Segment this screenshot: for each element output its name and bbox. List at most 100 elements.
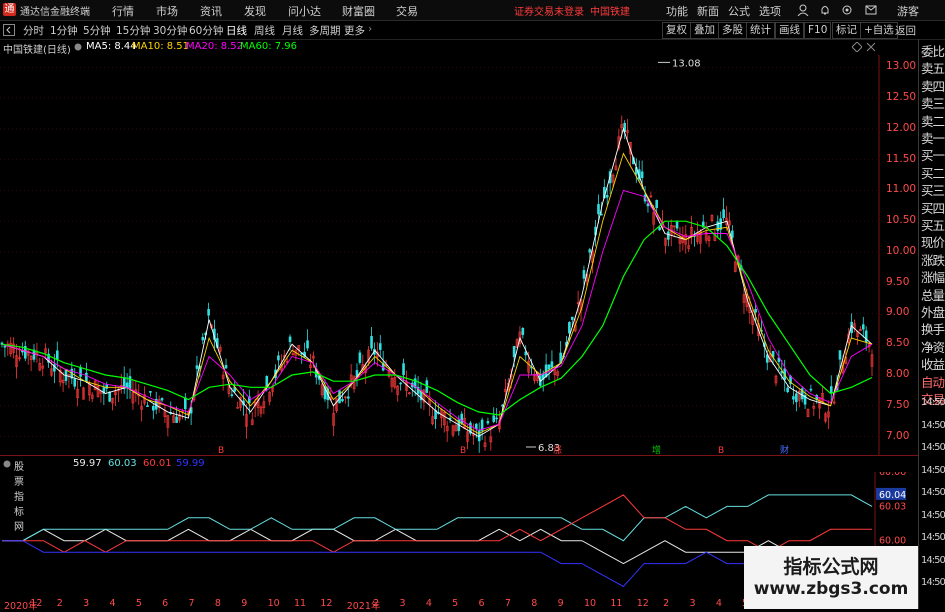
menu-item-ask[interactable]: 问小达 [288, 3, 321, 19]
multi-stock-button[interactable]: 多股 [718, 22, 747, 39]
overlay-button[interactable]: 叠加 [690, 22, 719, 39]
side-item[interactable]: 卖四 [921, 76, 945, 95]
candle-body [306, 340, 309, 349]
price-axis: 13.00 12.50 12.00 11.50 11.00 10.50 10.00 9.50 9… [880, 55, 918, 455]
tab-period-3[interactable]: 5分钟 [83, 23, 111, 38]
side-item[interactable]: 委比 [921, 41, 945, 60]
side-item[interactable]: 涨跌 [921, 250, 945, 269]
menu-new-layout[interactable]: 新面 [697, 3, 719, 19]
tab-period-2[interactable]: 1分钟 [50, 23, 78, 38]
menu-item-wealth[interactable]: 财富圈 [342, 3, 375, 19]
side-item[interactable]: 买二 [921, 163, 945, 182]
close-icon[interactable] [866, 42, 876, 52]
side-item[interactable]: 收益 [921, 354, 945, 373]
tab-more[interactable]: 更多 [344, 23, 365, 38]
side-item[interactable]: 总量 [921, 285, 945, 304]
side-item[interactable]: 现价 [921, 232, 945, 251]
menu-item-quotes[interactable]: 行情 [112, 3, 134, 19]
side-item[interactable]: 买四 [921, 198, 945, 217]
side-item[interactable]: 14:50 [921, 397, 945, 408]
candle-body [341, 399, 344, 402]
back-button[interactable]: 返回 [895, 23, 916, 38]
candle-body [224, 364, 228, 369]
event-marker[interactable]: 涨 [553, 445, 562, 455]
app-logo-icon: 通 [3, 3, 16, 16]
candle-body [201, 336, 205, 341]
candle-body [731, 230, 734, 238]
side-item[interactable]: 外盘 [921, 302, 945, 321]
price-tick: 7.00 [886, 429, 910, 442]
side-item[interactable]: 买一 [921, 145, 945, 164]
side-item[interactable]: 14:50 [921, 442, 945, 453]
side-item[interactable]: 卖一 [921, 128, 945, 147]
candle-body [512, 346, 516, 358]
user-icon[interactable] [797, 4, 809, 16]
date-tick: 11 [610, 598, 623, 609]
tab-period-1[interactable]: 分时 [23, 23, 44, 38]
side-item[interactable]: 14:50 [921, 532, 945, 543]
settings-icon[interactable] [841, 4, 853, 16]
date-tick: 4 [715, 598, 722, 609]
side-item[interactable]: 买三 [921, 180, 945, 199]
mail-icon[interactable] [865, 4, 877, 16]
period-toolbar: 分时 1分钟 5分钟 15分钟 30分钟 60分钟 日线 周线 月线 多周期 更… [0, 21, 945, 40]
menu-function[interactable]: 功能 [666, 3, 688, 19]
side-item[interactable]: 换手 [921, 319, 945, 338]
adjust-button[interactable]: 复权 [662, 22, 691, 39]
diamond-icon[interactable] [852, 42, 862, 52]
event-marker[interactable]: B [718, 446, 724, 455]
menu-formula[interactable]: 公式 [728, 3, 750, 19]
menu-item-news[interactable]: 资讯 [200, 3, 222, 19]
more-chevron-icon[interactable]: › [368, 23, 372, 35]
draw-line-button[interactable]: 画线 [775, 22, 804, 39]
menu-item-discover[interactable]: 发现 [244, 3, 266, 19]
tab-multi-period[interactable]: 多周期 [309, 23, 341, 38]
side-item[interactable]: 买五 [921, 215, 945, 234]
side-item[interactable]: 卖三 [921, 93, 945, 112]
f10-button[interactable]: F10 [804, 22, 832, 39]
stats-button[interactable]: 统计 [746, 22, 775, 39]
tab-period-daily[interactable]: 日线 [226, 23, 247, 38]
date-tick: 3 [83, 598, 90, 609]
tab-period-weekly[interactable]: 周线 [254, 23, 275, 38]
side-item[interactable]: 卖二 [921, 111, 945, 130]
menu-options[interactable]: 选项 [759, 3, 781, 19]
event-marker[interactable]: 财 [780, 444, 789, 455]
side-item[interactable]: 14:50 [921, 577, 945, 588]
side-item[interactable]: 14:50 [921, 510, 945, 521]
tab-period-6[interactable]: 60分钟 [189, 23, 223, 38]
tab-period-4[interactable]: 15分钟 [116, 23, 150, 38]
kline-chart[interactable]: 13.086.83B B 涨增 B 财 [0, 55, 880, 455]
guest-label[interactable]: 游客 [897, 3, 919, 19]
tab-period-monthly[interactable]: 月线 [282, 23, 303, 38]
indicator-tick: 60.04 [879, 490, 906, 501]
side-item[interactable]: 14:50 [921, 465, 945, 476]
settings-dot-icon[interactable] [74, 43, 82, 51]
tab-period-5[interactable]: 30分钟 [153, 23, 187, 38]
side-item[interactable]: 涨幅 [921, 267, 945, 286]
menu-item-market[interactable]: 市场 [156, 3, 178, 19]
bell-icon[interactable] [819, 4, 831, 16]
menu-item-trade[interactable]: 交易 [396, 3, 418, 19]
add-watchlist-button[interactable]: +自选 [860, 22, 898, 39]
candle-body [160, 398, 164, 401]
side-item[interactable]: 卖五 [921, 58, 945, 77]
side-item[interactable]: 净资 [921, 337, 945, 356]
event-marker[interactable]: B [460, 446, 466, 455]
watermark-url: www.zbgs3.com [753, 579, 909, 599]
side-item[interactable]: 自动 [921, 372, 945, 391]
event-marker[interactable]: B [218, 446, 224, 455]
login-status[interactable]: 证券交易未登录 [514, 3, 584, 18]
date-tick: 3 [689, 598, 696, 609]
back-icon[interactable] [3, 24, 15, 36]
chart-stock-name: 中国铁建(日线) [3, 45, 71, 56]
indicator-settings-icon[interactable] [3, 460, 11, 468]
side-item[interactable]: 14:50 [921, 420, 945, 431]
candle-body [55, 350, 59, 360]
candle-body [568, 322, 571, 334]
candle-body [460, 413, 464, 424]
event-marker[interactable]: 增 [652, 444, 661, 455]
side-item[interactable]: 14:50 [921, 555, 945, 566]
side-item[interactable]: 14:50 [921, 487, 945, 498]
mark-button[interactable]: 标记 [832, 22, 861, 39]
